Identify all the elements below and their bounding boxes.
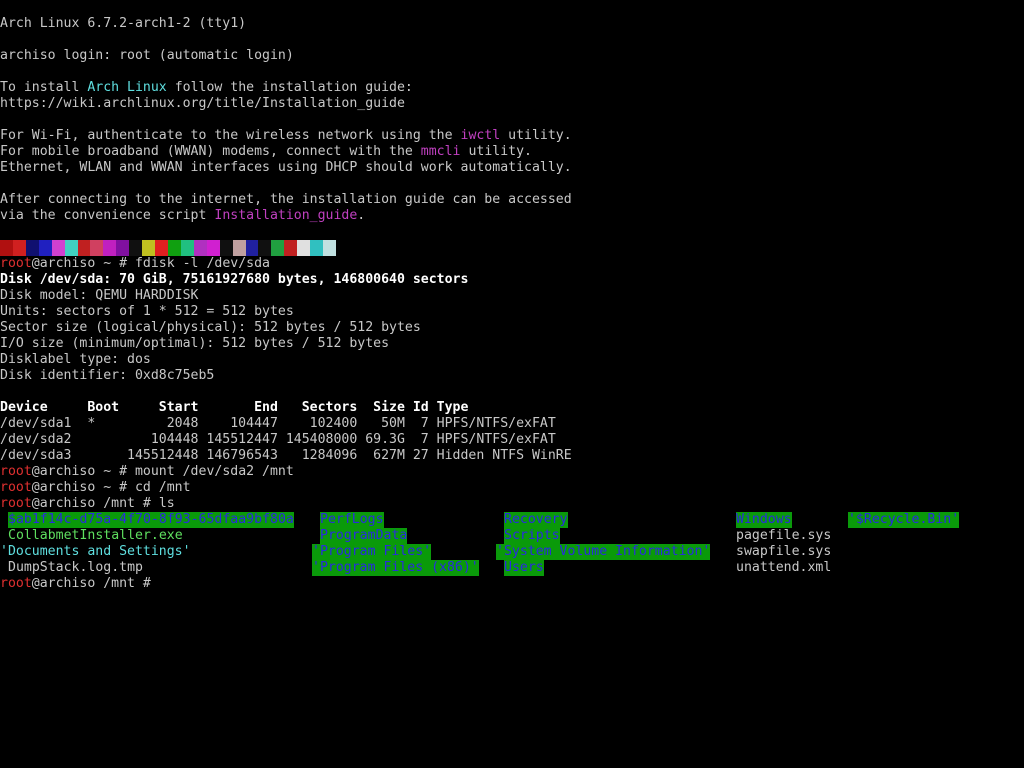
color-block bbox=[129, 240, 143, 256]
prompt-mount: root@archiso ~ # mount /dev/sda2 /mnt bbox=[0, 464, 294, 480]
color-block bbox=[103, 240, 117, 256]
ls-entry-dir: 'System Volume Information' bbox=[496, 544, 711, 560]
login-line: archiso login: root (automatic login) bbox=[0, 48, 294, 63]
color-block bbox=[90, 240, 104, 256]
wwan-line: For mobile broadband (WWAN) modems, conn… bbox=[0, 144, 532, 160]
ls-entry-dir: $ab1f14c-d75a-4f70-8f93-65dfaa9bf80a bbox=[8, 512, 294, 528]
color-block bbox=[155, 240, 168, 256]
color-test-bar bbox=[0, 240, 336, 256]
color-block bbox=[310, 240, 324, 256]
ls-entry-dir: Scripts bbox=[504, 528, 560, 544]
prompt-ls: root@archiso /mnt # ls bbox=[0, 496, 175, 512]
prompt-host: @archiso /mnt # bbox=[31, 496, 159, 511]
ls-entry-file: pagefile.sys bbox=[736, 528, 832, 543]
ls-entry-dir: Users bbox=[504, 560, 544, 576]
disk-label-type: Disklabel type: dos bbox=[0, 352, 151, 367]
terminal-screen[interactable]: Arch Linux 6.7.2-arch1-2 (tty1) archiso … bbox=[0, 0, 1024, 768]
prompt-host: @archiso ~ # bbox=[31, 256, 135, 271]
color-block bbox=[284, 240, 298, 256]
prompt-fdisk: root@archiso ~ # fdisk -l /dev/sda bbox=[0, 256, 270, 272]
color-block bbox=[193, 240, 207, 256]
after-line-1: After connecting to the internet, the in… bbox=[0, 192, 572, 207]
disk-io-size: I/O size (minimum/optimal): 512 bytes / … bbox=[0, 336, 390, 351]
prompt-cd: root@archiso ~ # cd /mnt bbox=[0, 480, 191, 496]
install-line: To install Arch Linux follow the install… bbox=[0, 80, 413, 96]
color-block bbox=[116, 240, 130, 256]
kernel-banner: Arch Linux 6.7.2-arch1-2 (tty1) bbox=[0, 16, 247, 31]
color-block bbox=[64, 240, 78, 256]
after-pre: via the convenience script bbox=[0, 208, 215, 223]
disk-identifier: Disk identifier: 0xd8c75eb5 bbox=[0, 368, 215, 383]
prompt-user: root bbox=[0, 464, 32, 479]
after-line-2: via the convenience script Installation_… bbox=[0, 208, 365, 224]
ls-entry-dir: Windows bbox=[736, 512, 792, 528]
command-mount: mount /dev/sda2 /mnt bbox=[134, 464, 294, 479]
partition-row: /dev/sda3 145512448 146796543 1284096 62… bbox=[0, 448, 572, 463]
color-block bbox=[180, 240, 194, 256]
ls-entry-dir: ProgramData bbox=[320, 528, 408, 544]
wifi-post: utility. bbox=[500, 128, 572, 143]
color-block bbox=[219, 240, 233, 256]
guide-url: https://wiki.archlinux.org/title/Install… bbox=[0, 96, 405, 111]
color-block bbox=[38, 240, 52, 256]
color-block bbox=[323, 240, 336, 256]
ls-entry-dir: 'Program Files (x86)' bbox=[312, 560, 479, 576]
color-block bbox=[258, 240, 272, 256]
color-block bbox=[206, 240, 220, 256]
disk-summary: Disk /dev/sda: 70 GiB, 75161927680 bytes… bbox=[0, 272, 469, 287]
mmcli-tool: mmcli bbox=[420, 144, 461, 159]
color-block bbox=[232, 240, 246, 256]
prompt-user: root bbox=[0, 496, 32, 511]
wifi-pre: For Wi-Fi, authenticate to the wireless … bbox=[0, 128, 461, 143]
color-block bbox=[271, 240, 285, 256]
after-post: . bbox=[357, 208, 366, 223]
prompt-host: @archiso ~ # bbox=[31, 480, 135, 495]
partition-table-header: Device Boot Start End Sectors Size Id Ty… bbox=[0, 400, 469, 415]
prompt-current[interactable]: root@archiso /mnt # bbox=[0, 576, 159, 592]
color-block bbox=[51, 240, 65, 256]
arch-linux-link: Arch Linux bbox=[87, 80, 167, 95]
dhcp-line: Ethernet, WLAN and WWAN interfaces using… bbox=[0, 160, 572, 175]
ls-entry-exec: CollabmetInstaller.exe bbox=[8, 528, 183, 543]
command-ls: ls bbox=[158, 496, 175, 511]
color-block bbox=[77, 240, 91, 256]
wifi-line: For Wi-Fi, authenticate to the wireless … bbox=[0, 128, 572, 144]
wwan-pre: For mobile broadband (WWAN) modems, conn… bbox=[0, 144, 421, 159]
color-block bbox=[142, 240, 156, 256]
install-pre: To install bbox=[0, 80, 88, 95]
prompt-host: @archiso ~ # bbox=[31, 464, 135, 479]
color-block bbox=[245, 240, 259, 256]
disk-model: Disk model: QEMU HARDDISK bbox=[0, 288, 199, 303]
partition-row: /dev/sda2 104448 145512447 145408000 69.… bbox=[0, 432, 556, 447]
color-block bbox=[167, 240, 181, 256]
installation-guide-script: Installation_guide bbox=[214, 208, 358, 223]
iwctl-tool: iwctl bbox=[460, 128, 501, 143]
prompt-host: @archiso /mnt # bbox=[31, 576, 159, 591]
ls-entry-dir: '$Recycle.Bin' bbox=[848, 512, 960, 528]
ls-entry-link: 'Documents and Settings' bbox=[0, 544, 191, 559]
command-fdisk: fdisk -l /dev/sda bbox=[134, 256, 270, 271]
disk-units: Units: sectors of 1 * 512 = 512 bytes bbox=[0, 304, 294, 319]
ls-entry-dir: PerfLogs bbox=[320, 512, 384, 528]
ls-entry-file: DumpStack.log.tmp bbox=[8, 560, 143, 575]
prompt-user: root bbox=[0, 256, 32, 271]
wwan-post: utility. bbox=[460, 144, 532, 159]
color-block bbox=[0, 240, 13, 256]
color-block bbox=[25, 240, 39, 256]
color-block bbox=[12, 240, 26, 256]
ls-entry-file: unattend.xml bbox=[736, 560, 832, 575]
ls-entry-dir: 'Program Files' bbox=[312, 544, 432, 560]
command-cd: cd /mnt bbox=[134, 480, 191, 495]
disk-sector-size: Sector size (logical/physical): 512 byte… bbox=[0, 320, 421, 335]
partition-row: /dev/sda1 * 2048 104447 102400 50M 7 HPF… bbox=[0, 416, 556, 431]
prompt-user: root bbox=[0, 576, 32, 591]
ls-entry-dir: Recovery bbox=[504, 512, 568, 528]
color-block bbox=[297, 240, 311, 256]
ls-entry-file: swapfile.sys bbox=[736, 544, 832, 559]
install-post: follow the installation guide: bbox=[166, 80, 413, 95]
prompt-user: root bbox=[0, 480, 32, 495]
